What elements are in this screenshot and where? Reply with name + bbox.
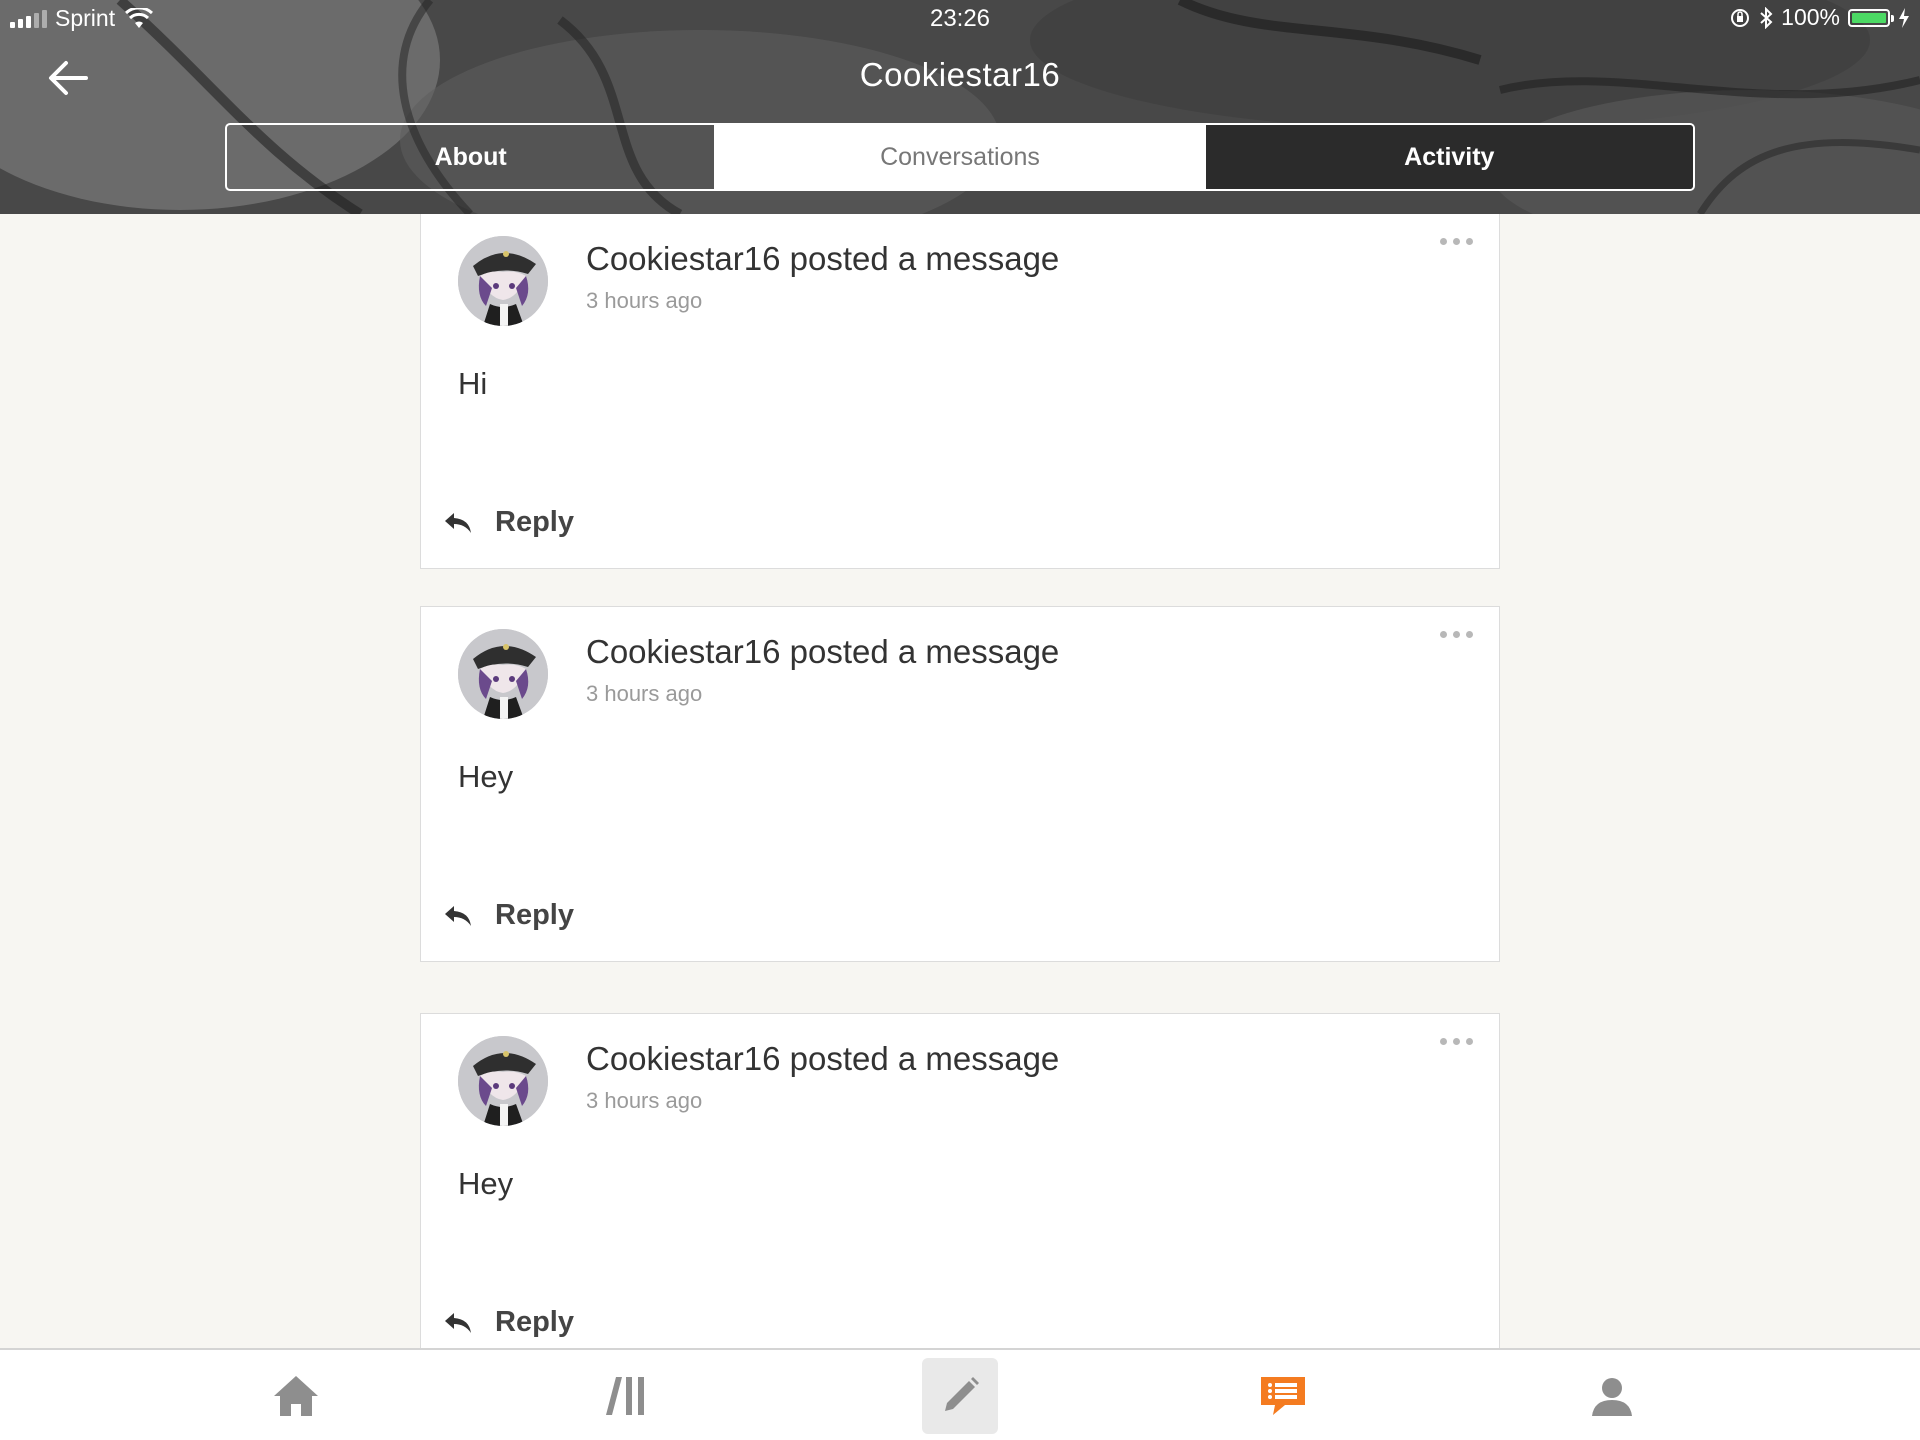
reply-button[interactable]: Reply <box>443 506 574 539</box>
status-bar: Sprint 23:26 100% <box>0 0 1920 40</box>
avatar[interactable] <box>458 629 548 719</box>
nav-compose[interactable] <box>922 1358 998 1434</box>
post-timestamp: 3 hours ago <box>586 288 703 313</box>
home-icon <box>274 1376 318 1416</box>
reply-button[interactable]: Reply <box>443 1306 574 1339</box>
avatar-image <box>458 236 548 326</box>
avatar[interactable] <box>458 1036 548 1126</box>
more-dots-icon <box>1440 238 1447 245</box>
post-title: Cookiestar16 posted a message <box>586 633 1060 670</box>
status-time: 23:26 <box>929 5 991 32</box>
post-body: Hey <box>458 1166 514 1201</box>
post-title: Cookiestar16 posted a message <box>586 240 1060 277</box>
conversation-feed[interactable]: Cookiestar16 posted a message 3 hours ag… <box>420 214 1500 1348</box>
message-card: Cookiestar16 posted a message 3 hours ag… <box>420 1013 1500 1348</box>
more-options-button[interactable] <box>1436 1034 1477 1049</box>
more-dots-icon <box>1440 1038 1447 1045</box>
messages-icon <box>1261 1377 1305 1415</box>
orientation-lock-icon <box>1731 8 1750 27</box>
post-timestamp: 3 hours ago <box>586 681 703 706</box>
reply-button[interactable]: Reply <box>443 899 574 932</box>
reply-label: Reply <box>495 1306 574 1338</box>
post-title: Cookiestar16 posted a message <box>586 1040 1060 1077</box>
compose-pencil-icon <box>945 1377 979 1411</box>
battery-percent: 100% <box>1781 4 1840 30</box>
post-timestamp: 3 hours ago <box>586 1088 703 1113</box>
nav-library[interactable] <box>587 1358 663 1434</box>
more-options-button[interactable] <box>1436 627 1477 642</box>
charging-bolt-icon <box>1899 7 1909 28</box>
tab-about-label: About <box>434 142 507 171</box>
tab-about[interactable]: About <box>227 125 714 189</box>
reply-arrow-icon <box>445 905 471 926</box>
battery-icon <box>1848 8 1894 27</box>
nav-home[interactable] <box>258 1358 334 1434</box>
tab-conversations[interactable]: Conversations <box>714 125 1204 189</box>
message-card: Cookiestar16 posted a message 3 hours ag… <box>420 606 1500 962</box>
battery-level-fill <box>1852 12 1886 23</box>
avatar-image <box>458 629 548 719</box>
profile-tabs: About Conversations Activity <box>225 123 1695 191</box>
reply-arrow-icon <box>445 512 471 533</box>
reply-arrow-icon <box>445 1312 471 1333</box>
more-options-button[interactable] <box>1436 234 1477 249</box>
avatar-image <box>458 1036 548 1126</box>
more-dots-icon <box>1440 631 1447 638</box>
post-body: Hi <box>458 366 488 401</box>
bluetooth-icon <box>1760 6 1773 29</box>
library-icon <box>606 1377 644 1415</box>
tab-conversations-label: Conversations <box>880 142 1040 171</box>
reply-label: Reply <box>495 899 574 931</box>
post-body: Hey <box>458 759 514 794</box>
page-title: Cookiestar16 <box>859 56 1061 93</box>
nav-profile[interactable] <box>1574 1358 1650 1434</box>
status-right: 100% <box>1729 4 1910 31</box>
tab-activity[interactable]: Activity <box>1203 125 1693 189</box>
tab-activity-label: Activity <box>1404 142 1495 171</box>
bottom-nav <box>0 1348 1920 1440</box>
profile-icon <box>1592 1378 1632 1416</box>
profile-header: Sprint 23:26 100% Cookiestar16 About Con… <box>0 0 1920 214</box>
avatar[interactable] <box>458 236 548 326</box>
nav-messages[interactable] <box>1245 1358 1321 1434</box>
message-card: Cookiestar16 posted a message 3 hours ag… <box>420 214 1500 569</box>
reply-label: Reply <box>495 506 574 538</box>
